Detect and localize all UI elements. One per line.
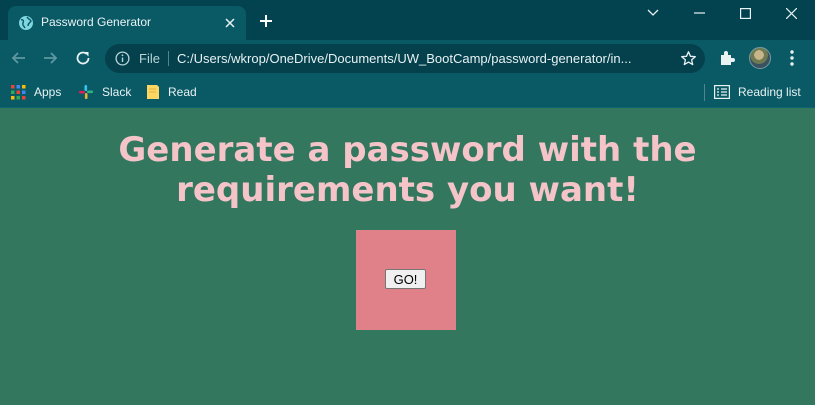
bookmarks-separator xyxy=(704,84,705,101)
generator-box: GO! xyxy=(356,230,456,330)
maximize-button[interactable] xyxy=(722,0,768,26)
profile-avatar[interactable] xyxy=(749,47,771,69)
back-arrow-icon[interactable] xyxy=(10,49,28,67)
tab-search-button[interactable] xyxy=(630,0,676,26)
reading-list-button[interactable]: Reading list xyxy=(714,83,801,101)
go-button[interactable]: GO! xyxy=(385,269,426,289)
bookmark-folder-icon xyxy=(147,85,159,99)
bookmark-slack[interactable]: Slack xyxy=(78,83,131,101)
page-headline: Generate a password with the requirement… xyxy=(118,130,697,210)
new-tab-icon[interactable] xyxy=(258,13,274,29)
tab-password-generator[interactable]: Password Generator xyxy=(8,6,246,40)
globe-icon xyxy=(19,16,33,30)
forward-arrow-icon[interactable] xyxy=(41,49,59,67)
close-icon xyxy=(785,7,797,19)
bookmarks-bar: Apps Slack Read Reading list xyxy=(0,77,815,108)
tab-title: Password Generator xyxy=(41,15,152,29)
chevron-down-icon xyxy=(647,9,659,16)
star-icon[interactable] xyxy=(680,50,697,67)
page-content: Generate a password with the requirement… xyxy=(0,108,815,405)
slack-icon xyxy=(79,85,93,99)
reading-list-label: Reading list xyxy=(738,85,801,99)
browser-toolbar: File C:/Users/wkrop/OneDrive/Documents/U… xyxy=(0,40,815,77)
title-bar: Password Generator xyxy=(0,0,815,40)
minimize-button[interactable] xyxy=(676,0,722,26)
apps-grid-icon xyxy=(11,84,26,99)
close-icon[interactable] xyxy=(222,15,238,31)
info-icon[interactable] xyxy=(115,51,130,66)
extensions-icon[interactable] xyxy=(718,49,736,67)
bookmark-label: Apps xyxy=(34,85,62,99)
close-window-button[interactable] xyxy=(768,0,814,26)
more-menu-icon[interactable] xyxy=(786,49,798,67)
address-bar[interactable]: File C:/Users/wkrop/OneDrive/Documents/U… xyxy=(105,44,705,73)
url-text[interactable]: C:/Users/wkrop/OneDrive/Documents/UW_Boo… xyxy=(177,51,672,66)
reload-icon[interactable] xyxy=(74,49,92,67)
bookmark-label: Slack xyxy=(102,85,132,99)
bookmark-label: Read xyxy=(168,85,197,99)
url-scheme-label: File xyxy=(139,51,160,66)
bookmark-apps[interactable]: Apps xyxy=(11,83,61,101)
address-separator xyxy=(168,51,169,66)
minimize-icon xyxy=(693,12,705,14)
bookmark-read[interactable]: Read xyxy=(146,83,197,101)
reading-list-icon xyxy=(714,85,730,99)
maximize-icon xyxy=(739,7,751,19)
